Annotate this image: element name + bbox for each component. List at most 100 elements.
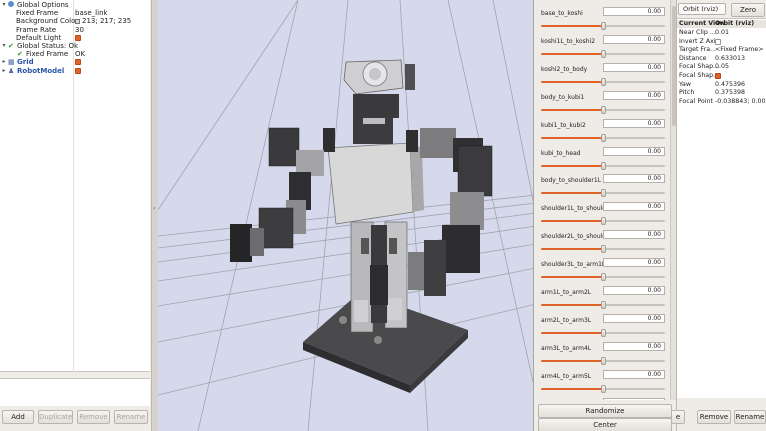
render-viewport[interactable] [158,0,536,431]
joint-value-field[interactable]: 0.00 [603,62,665,72]
view-property-row[interactable]: Target Fra... <Fixed Frame> [677,46,766,54]
view-property-value[interactable]: -0.038843; 0.007... [715,98,766,106]
view-property-row[interactable]: Distance 0.633013 [677,55,766,63]
display-row[interactable]: ✔ Fixed Frame OK [0,50,150,58]
joint-slider-handle[interactable] [601,356,606,365]
joint-slider-handle[interactable] [601,133,606,142]
enabled-checkbox[interactable] [75,59,81,66]
joint-slider-fill [541,164,603,167]
display-row[interactable]: Fixed Frame base_link [0,9,150,17]
display-row-label: Frame Rate [16,25,57,34]
view-property-value[interactable]: <Fixed Frame> [715,46,764,54]
expand-arrow-icon[interactable]: ▸ [1,58,7,66]
joint-slider-handle[interactable] [601,77,606,86]
joint-slider-fill [541,359,603,362]
view-type-select[interactable]: Orbit (rviz) [678,3,726,15]
joint-value-field[interactable]: 0.00 [603,341,665,351]
view-property-row[interactable]: Pitch 0.375398 [677,89,766,97]
display-row-label: Grid [17,58,34,67]
display-row-value[interactable]: 30 [75,26,84,34]
duplicate-display-button[interactable]: Duplicate [38,410,73,424]
joint-name-label: base_to_koshi [541,10,583,17]
joint-slider-row: body_to_kubi1 0.00 [534,88,670,116]
enabled-checkbox[interactable] [75,34,81,41]
joint-name-label: arm1L_to_arm2L [541,289,592,296]
expand-arrow-icon[interactable]: ▸ [1,67,7,75]
view-property-row[interactable]: Yaw 0.475396 [677,81,766,89]
joint-slider-handle[interactable] [601,22,606,30]
view-property-row[interactable]: Focal Shap... 0.05 [677,63,766,71]
view-property-row[interactable]: Invert Z Axis [677,38,766,46]
view-property-row[interactable]: Focal Shap... [677,72,766,80]
joint-value-field[interactable]: 0.00 [603,7,665,16]
display-row[interactable]: Background Color 213; 217; 235 [0,17,150,25]
displays-panel: ▾ Global Options Fixed Frame base_link Backg… [0,0,152,431]
joint-value-field[interactable]: 0.00 [603,202,665,212]
joint-value-field[interactable]: 0.00 [603,258,665,268]
joint-slider-fill [541,136,603,139]
joint-value-field[interactable]: 0.00 [603,230,665,240]
display-row[interactable]: ▾ Global Options [0,1,150,9]
view-property-label: Focal Point [679,97,713,105]
joint-slider-handle[interactable] [601,189,606,198]
view-property-checkbox[interactable] [715,73,721,79]
views-remove-button[interactable]: Remove [697,410,731,424]
display-row[interactable]: ▸ ▦ Grid [0,58,150,66]
joint-value-field[interactable]: 0.00 [603,174,665,184]
collapse-arrow-icon[interactable]: ▾ [1,42,7,50]
randomize-button[interactable]: Randomize [538,404,672,418]
display-row[interactable]: ▾ ✔ Global Status: Ok [0,42,150,50]
display-row-value[interactable]: 213; 217; 235 [75,17,131,25]
view-property-checkbox[interactable] [715,38,721,45]
add-display-button[interactable]: Add [2,410,34,424]
display-row-value[interactable]: OK [75,50,85,58]
current-view-header[interactable]: Current View Orbit (rviz) [677,20,766,28]
joint-value-field[interactable]: 0.00 [603,313,665,323]
remove-display-button[interactable]: Remove [77,410,110,424]
joint-slider-handle[interactable] [601,301,606,309]
joint-slider-row: kubi_to_head 0.00 [534,144,670,172]
display-row-label: Fixed Frame [26,50,69,59]
zero-button[interactable]: Zero [731,3,765,17]
joint-slider-handle[interactable] [601,245,606,254]
display-row[interactable]: Frame Rate 30 [0,26,150,34]
joint-value-field[interactable]: 0.00 [603,34,665,44]
joint-value-field[interactable]: 0.00 [603,286,665,295]
view-property-value[interactable]: 0.01 [715,29,729,37]
display-row[interactable]: Default Light [0,34,150,42]
collapse-arrow-icon[interactable]: ▾ [1,1,7,9]
joint-slider-row: shoulder2L_to_shoulder3L 0.00 [534,227,670,255]
view-property-value[interactable]: 0.375398 [715,89,745,97]
enabled-checkbox[interactable] [75,67,81,74]
joint-slider-handle[interactable] [601,384,606,393]
views-rename-button[interactable]: Rename [734,410,766,424]
view-property-row[interactable]: Focal Point-0.038843; 0.007... [677,98,766,106]
joint-slider-fill [541,25,603,27]
views-save-button[interactable]: e [671,410,685,424]
joint-slider-handle[interactable] [601,273,606,282]
display-row-value[interactable]: base_link [75,9,108,17]
joint-slider-fill [541,331,603,334]
display-row[interactable]: ▸ ♟ RobotModel [0,67,150,75]
joint-slider-handle[interactable] [601,49,606,58]
joint-slider-row: body_to_shoulder1L 0.00 [534,171,670,199]
view-property-value[interactable]: 0.05 [715,63,729,71]
joint-slider-handle[interactable] [601,217,606,226]
joint-value-field[interactable]: 0.00 [603,369,665,379]
view-property-value[interactable]: 0.475396 [715,81,745,89]
joint-value-field[interactable] [603,397,665,400]
view-property-value[interactable]: 0.633013 [715,55,745,63]
display-row-label: Global Status: Ok [17,42,79,50]
joint-slider-handle[interactable] [601,161,606,170]
joint-value-field[interactable]: 0.00 [603,118,665,128]
splitter-handle[interactable]: ‹ [153,205,155,212]
joint-value-field[interactable]: 0.00 [603,146,665,156]
center-button[interactable]: Center [538,418,672,431]
joint-name-label: arm3L_to_arm4L [541,344,592,352]
joint-slider-row: koshi2_to_body 0.00 [534,60,670,88]
joint-slider-handle[interactable] [601,328,606,337]
joint-slider-handle[interactable] [601,105,606,114]
joint-value-field[interactable]: 0.00 [603,90,665,100]
rename-display-button[interactable]: Rename [114,410,148,424]
view-property-row[interactable]: Near Clip ... 0.01 [677,29,766,37]
